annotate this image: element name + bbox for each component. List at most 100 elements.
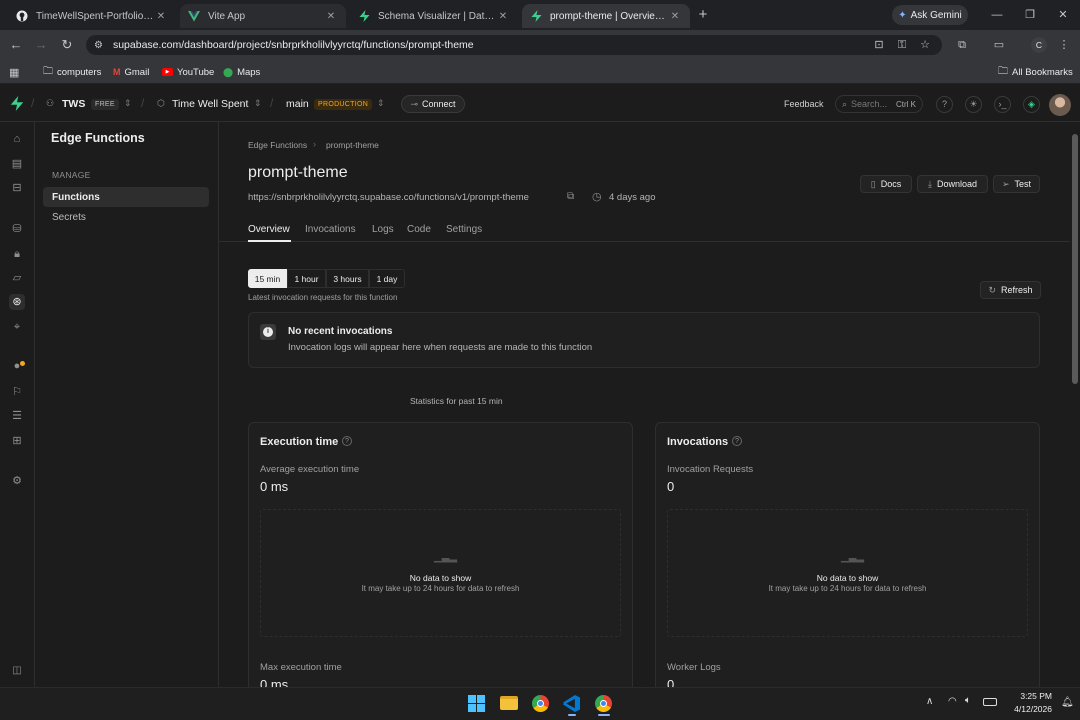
chrome-icon[interactable] [532,695,549,712]
assistant-icon[interactable]: ◈ [1023,96,1040,113]
restore-button[interactable]: ❐ [1020,6,1040,24]
browser-tab-active[interactable]: prompt-theme | Overview | Edg ✕ [522,4,690,28]
tabs-divider [219,241,1070,242]
range-15-min[interactable]: 15 min [248,269,287,288]
copy-icon[interactable]: ⧉ [567,191,574,202]
tab-logs[interactable]: Logs [372,224,394,235]
menu-kebab-icon[interactable]: ⋮ [1057,38,1071,52]
bookmark-label: YouTube [177,66,215,78]
help-circle-icon[interactable]: ? [342,436,352,446]
project-name[interactable]: Time Well Spent [172,98,248,110]
file-explorer-icon[interactable] [500,696,518,710]
site-info-icon[interactable]: ⚙ [94,40,103,51]
range-1-day[interactable]: 1 day [369,269,405,288]
refresh-label: Refresh [1001,285,1033,295]
bookmark-label: Maps [237,66,261,78]
empty-state-title: No recent invocations [288,326,393,337]
bookmark-item[interactable]: ⬤ Maps [223,65,260,79]
back-icon[interactable]: ← [7,36,25,54]
database-icon[interactable]: ⛁ [9,221,25,237]
window-close-button[interactable]: ✕ [1053,6,1073,24]
org-name[interactable]: TWS [62,98,85,110]
notification-bell-icon[interactable]: 🔔︎ [1061,697,1074,708]
integrations-icon[interactable]: ⊞ [9,433,25,449]
branch-name[interactable]: main [286,98,309,110]
range-1-hour[interactable]: 1 hour [287,269,326,288]
help-icon[interactable]: ? [936,96,953,113]
bookmark-item[interactable]: M Gmail [113,65,149,79]
windows-start-icon[interactable] [468,695,485,712]
refresh-button[interactable]: ↻ Refresh [980,281,1041,299]
cast-icon[interactable]: ▭ [992,38,1006,52]
sidebar-item-secrets[interactable]: Secrets [52,212,86,223]
apps-grid-icon[interactable]: ▦ [9,65,19,79]
address-bar[interactable]: ⚙ supabase.com/dashboard/project/snbrprk… [86,35,942,55]
tab-overview[interactable]: Overview [248,224,290,235]
scrollbar-thumb[interactable] [1072,134,1078,384]
logs-list-icon[interactable]: ☰ [9,408,25,424]
download-button[interactable]: ⤓ Download [917,175,988,193]
gemini-icon: ✦ [898,9,907,21]
minimize-button[interactable]: — [987,6,1007,24]
clock-date[interactable]: 4/12/2026 [1002,704,1052,714]
extensions-icon[interactable]: ⧉ [955,38,969,52]
docs-button[interactable]: ▯ Docs [860,175,912,193]
folder-icon: 🗀 [998,65,1008,77]
close-icon[interactable]: ✕ [668,11,682,22]
browser-tab[interactable]: Vite App ✕ [180,4,346,28]
reload-icon[interactable]: ↻ [58,36,76,54]
chrome-icon[interactable] [595,695,612,712]
storage-icon[interactable]: ▱ [9,270,25,286]
help-circle-icon[interactable]: ? [732,436,742,446]
org-icon: ⚇ [46,98,55,108]
search-input[interactable]: ⌕ Search... Ctrl K [835,95,923,113]
browser-tab[interactable]: Schema Visualizer | Database | T ✕ [350,4,518,28]
chart-empty-title: No data to show [409,573,472,583]
settings-gear-icon[interactable]: ⚙ [9,473,25,489]
collapse-sidebar-icon[interactable]: ◫ [9,663,25,679]
edge-functions-icon[interactable]: ⊛ [9,294,25,310]
chevron-updown-icon[interactable]: ⇕ [377,98,385,109]
sql-editor-icon[interactable]: ⊟ [9,180,25,196]
password-key-icon[interactable]: ⚿ [895,38,909,52]
ask-gemini-button[interactable]: ✦ Ask Gemini [892,5,968,25]
all-bookmarks[interactable]: 🗀 All Bookmarks [998,65,1073,79]
close-icon[interactable]: ✕ [496,11,510,22]
browser-tab[interactable]: TimeWellSpent-Portfolio/READM ✕ [8,4,176,28]
metric-label: Worker Logs [667,662,721,673]
forward-icon[interactable]: → [32,36,50,54]
tab-settings[interactable]: Settings [446,224,482,235]
connect-button[interactable]: ⊸ Connect [401,95,465,113]
install-app-icon[interactable]: ⊡ [872,38,886,52]
home-icon[interactable]: ⌂ [9,131,25,147]
bookmark-star-icon[interactable]: ☆ [918,38,932,52]
close-icon[interactable]: ✕ [324,11,338,22]
realtime-icon[interactable]: ⌖ [9,319,25,335]
bookmark-item[interactable]: ▶ YouTube [162,65,214,79]
tab-code[interactable]: Code [407,224,431,235]
table-editor-icon[interactable]: ▤ [9,156,25,172]
reports-icon[interactable]: ⚐ [9,384,25,400]
test-button[interactable]: ➢ Test [993,175,1040,193]
range-3-hours[interactable]: 3 hours [326,269,369,288]
new-tab-button[interactable]: + [694,6,712,24]
chevron-updown-icon[interactable]: ⇕ [254,98,262,109]
auth-lock-icon[interactable]: 🔒︎ [9,246,25,262]
profile-avatar[interactable]: C [1031,37,1047,53]
clock-icon: ◷ [592,191,602,203]
lightbulb-icon[interactable]: ☀ [965,96,982,113]
bookmark-item[interactable]: 🗀 computers [43,65,101,79]
close-icon[interactable]: ✕ [154,11,168,22]
wifi-icon[interactable]: ◠ [948,696,957,707]
battery-icon[interactable] [983,698,997,706]
volume-icon[interactable]: 🔈︎ [965,695,971,706]
tray-overflow-icon[interactable]: ∧ [926,696,933,707]
clock-time[interactable]: 3:25 PM [1010,691,1052,701]
tab-invocations[interactable]: Invocations [305,224,356,235]
terminal-icon[interactable]: ›_ [994,96,1011,113]
user-avatar[interactable] [1049,94,1071,116]
supabase-logo-icon[interactable] [10,96,24,116]
breadcrumb-item[interactable]: Edge Functions [248,140,307,150]
chevron-updown-icon[interactable]: ⇕ [124,98,132,109]
feedback-button[interactable]: Feedback [784,99,824,109]
